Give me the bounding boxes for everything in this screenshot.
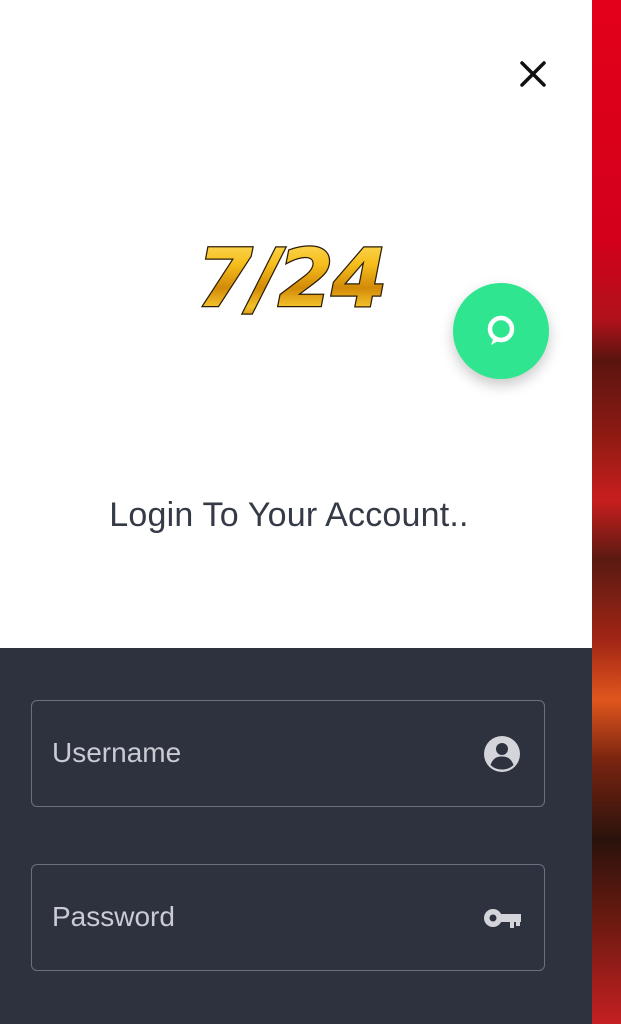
key-icon — [482, 898, 522, 938]
chat-button[interactable] — [453, 283, 549, 379]
close-button[interactable] — [509, 52, 557, 96]
user-circle-icon — [482, 734, 522, 774]
svg-text:7/24: 7/24 — [197, 232, 385, 324]
username-input[interactable] — [52, 701, 472, 805]
password-input[interactable] — [52, 865, 472, 969]
drawer-header-area: 7/24 Login To Your Account.. — [0, 0, 592, 648]
close-icon — [520, 61, 546, 87]
login-drawer: 7/24 Login To Your Account.. — [0, 0, 592, 1024]
login-form — [0, 648, 592, 1024]
password-field[interactable] — [31, 864, 545, 971]
brand-logo: 7/24 — [178, 232, 404, 324]
login-title: Login To Your Account.. — [109, 496, 469, 534]
username-field[interactable] — [31, 700, 545, 807]
chat-bubble-icon — [487, 315, 515, 345]
screen: 7/24 Login To Your Account.. — [0, 0, 621, 1024]
background-page — [592, 0, 621, 1024]
